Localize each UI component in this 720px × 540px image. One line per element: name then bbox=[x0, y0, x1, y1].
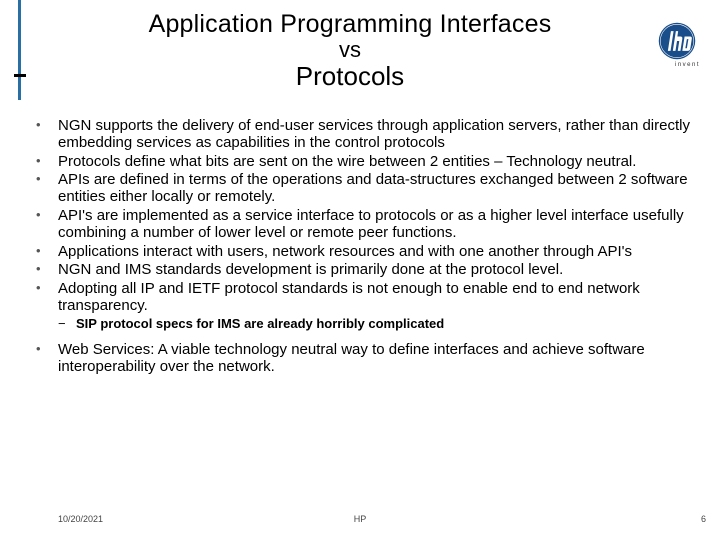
title-line-1: Application Programming Interfaces bbox=[70, 10, 630, 39]
accent-bar bbox=[18, 0, 21, 100]
bullet-item: Applications interact with users, networ… bbox=[30, 244, 702, 261]
sub-bullet-item: SIP protocol specs for IMS are already h… bbox=[30, 317, 702, 332]
bullet-item: APIs are defined in terms of the operati… bbox=[30, 172, 702, 206]
slide-footer: 10/20/2021 HP 6 bbox=[0, 514, 720, 530]
bullet-item: Web Services: A viable technology neutra… bbox=[30, 342, 702, 376]
title-line-3: Protocols bbox=[70, 61, 630, 92]
title-line-2: vs bbox=[70, 37, 630, 63]
bullet-item: API's are implemented as a service inter… bbox=[30, 208, 702, 242]
bullet-item: Protocols define what bits are sent on t… bbox=[30, 154, 702, 171]
footer-center: HP bbox=[354, 514, 367, 524]
bullet-list: NGN supports the delivery of end-user se… bbox=[30, 118, 702, 315]
bullet-item: NGN supports the delivery of end-user se… bbox=[30, 118, 702, 152]
accent-tick bbox=[14, 74, 26, 77]
bullet-item: NGN and IMS standards development is pri… bbox=[30, 262, 702, 279]
logo-caption: invent bbox=[675, 62, 700, 68]
slide: Application Programming Interfaces vs Pr… bbox=[0, 0, 720, 540]
sub-bullet-list: SIP protocol specs for IMS are already h… bbox=[30, 317, 702, 332]
footer-page-number: 6 bbox=[701, 514, 706, 524]
slide-title: Application Programming Interfaces vs Pr… bbox=[70, 10, 630, 92]
footer-date: 10/20/2021 bbox=[58, 514, 103, 524]
bullet-list-tail: Web Services: A viable technology neutra… bbox=[30, 342, 702, 376]
bullet-item: Adopting all IP and IETF protocol standa… bbox=[30, 281, 702, 315]
hp-logo-icon bbox=[658, 22, 696, 60]
slide-body: NGN supports the delivery of end-user se… bbox=[30, 118, 702, 377]
